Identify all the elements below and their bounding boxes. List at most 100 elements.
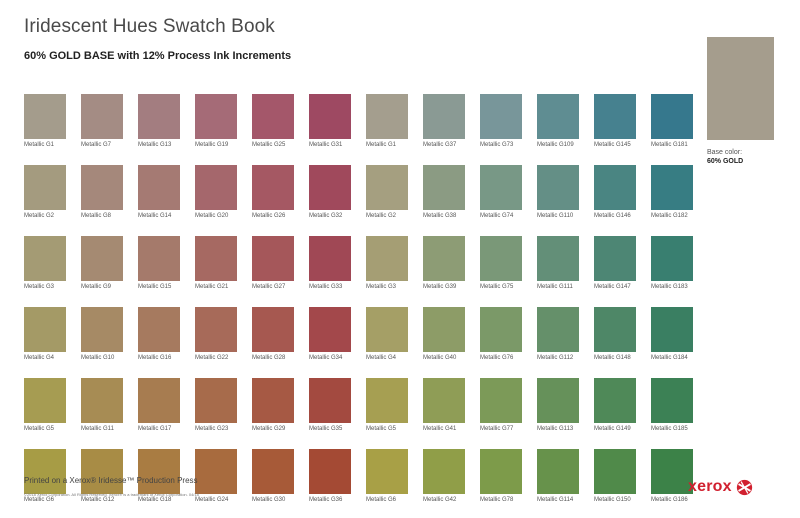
swatch-label: Metallic G10 (81, 355, 115, 361)
swatch-cell: Metallic G183 (651, 236, 693, 292)
color-swatch (480, 236, 522, 281)
printed-on-note: Printed on a Xerox® Iridesse™ Production… (24, 476, 198, 485)
color-swatch (309, 307, 351, 352)
swatch-cell: Metallic G14 (138, 165, 180, 221)
swatch-cell: Metallic G3 (24, 236, 66, 292)
swatch-cell: Metallic G20 (195, 165, 237, 221)
swatch-label: Metallic G1 (24, 142, 55, 148)
swatch-label: Metallic G39 (423, 284, 457, 290)
color-swatch (423, 94, 465, 139)
color-swatch (138, 94, 180, 139)
swatch-cell: Metallic G24 (195, 449, 237, 505)
color-swatch (195, 165, 237, 210)
color-swatch (651, 236, 693, 281)
swatch-label: Metallic G4 (24, 355, 55, 361)
color-swatch (480, 307, 522, 352)
color-swatch (366, 236, 408, 281)
xerox-ball-icon (736, 479, 752, 495)
swatch-cell: Metallic G35 (309, 378, 351, 434)
swatch-cell: Metallic G150 (594, 449, 636, 505)
xerox-wordmark: xerox (688, 478, 732, 495)
base-color-swatch (707, 37, 774, 140)
swatch-label: Metallic G182 (651, 213, 688, 219)
swatch-label: Metallic G111 (537, 284, 573, 290)
swatch-label: Metallic G23 (195, 426, 229, 432)
color-swatch (480, 449, 522, 494)
swatch-label: Metallic G75 (480, 284, 514, 290)
color-swatch (252, 378, 294, 423)
swatch-label: Metallic G38 (423, 213, 457, 219)
swatch-cell: Metallic G29 (252, 378, 294, 434)
swatch-label: Metallic G12 (81, 497, 115, 503)
swatch-label: Metallic G19 (195, 142, 229, 148)
swatch-cell: Metallic G114 (537, 449, 579, 505)
swatch-label: Metallic G35 (309, 426, 343, 432)
color-swatch (651, 307, 693, 352)
color-swatch (537, 307, 579, 352)
color-swatch (537, 236, 579, 281)
color-swatch (423, 449, 465, 494)
swatch-label: Metallic G32 (309, 213, 343, 219)
color-swatch (24, 94, 66, 139)
swatch-label: Metallic G14 (138, 213, 172, 219)
swatch-cell: Metallic G2 (24, 165, 66, 221)
swatch-cell: Metallic G148 (594, 307, 636, 363)
swatch-label: Metallic G112 (537, 355, 574, 361)
swatch-label: Metallic G6 (24, 497, 55, 503)
color-swatch (366, 94, 408, 139)
swatch-cell: Metallic G78 (480, 449, 522, 505)
color-swatch (252, 307, 294, 352)
xerox-logo: xerox (688, 478, 753, 496)
color-swatch (480, 94, 522, 139)
swatch-label: Metallic G30 (252, 497, 286, 503)
swatch-label: Metallic G18 (138, 497, 172, 503)
swatch-label: Metallic G40 (423, 355, 457, 361)
swatch-label: Metallic G5 (366, 426, 397, 432)
swatch-cell: Metallic G10 (81, 307, 123, 363)
color-swatch (651, 378, 693, 423)
swatch-cell: Metallic G33 (309, 236, 351, 292)
swatch-cell: Metallic G26 (252, 165, 294, 221)
swatch-cell: Metallic G19 (195, 94, 237, 150)
swatch-cell: Metallic G4 (24, 307, 66, 363)
color-swatch (537, 94, 579, 139)
swatch-label: Metallic G11 (81, 426, 114, 432)
swatch-label: Metallic G25 (252, 142, 286, 148)
swatch-label: Metallic G110 (537, 213, 574, 219)
swatch-label: Metallic G2 (366, 213, 397, 219)
swatch-label: Metallic G181 (651, 142, 688, 148)
swatch-label: Metallic G76 (480, 355, 514, 361)
swatch-cell: Metallic G7 (81, 94, 123, 150)
swatch-cell: Metallic G74 (480, 165, 522, 221)
swatch-label: Metallic G16 (138, 355, 172, 361)
swatch-label: Metallic G41 (423, 426, 457, 432)
color-swatch (195, 236, 237, 281)
swatch-label: Metallic G31 (309, 142, 343, 148)
color-swatch (195, 94, 237, 139)
color-swatch (81, 165, 123, 210)
swatch-label: Metallic G9 (81, 284, 112, 290)
swatch-cell: Metallic G112 (537, 307, 579, 363)
color-swatch (651, 449, 693, 494)
color-swatch (537, 165, 579, 210)
swatch-cell: Metallic G1 (24, 94, 66, 150)
swatch-cell: Metallic G8 (81, 165, 123, 221)
color-swatch (138, 236, 180, 281)
swatch-label: Metallic G27 (252, 284, 286, 290)
swatch-cell: Metallic G42 (423, 449, 465, 505)
swatch-cell: Metallic G186 (651, 449, 693, 505)
color-swatch (81, 307, 123, 352)
color-swatch (81, 94, 123, 139)
swatch-label: Metallic G33 (309, 284, 343, 290)
swatch-cell: Metallic G17 (138, 378, 180, 434)
base-color-label: Base color: (707, 149, 743, 156)
swatch-label: Metallic G114 (537, 497, 574, 503)
color-swatch (252, 236, 294, 281)
color-swatch (309, 449, 351, 494)
color-swatch (195, 378, 237, 423)
swatch-cell: Metallic G147 (594, 236, 636, 292)
color-swatch (423, 165, 465, 210)
swatch-cell: Metallic G9 (81, 236, 123, 292)
swatch-label: Metallic G149 (594, 426, 631, 432)
swatch-label: Metallic G42 (423, 497, 457, 503)
